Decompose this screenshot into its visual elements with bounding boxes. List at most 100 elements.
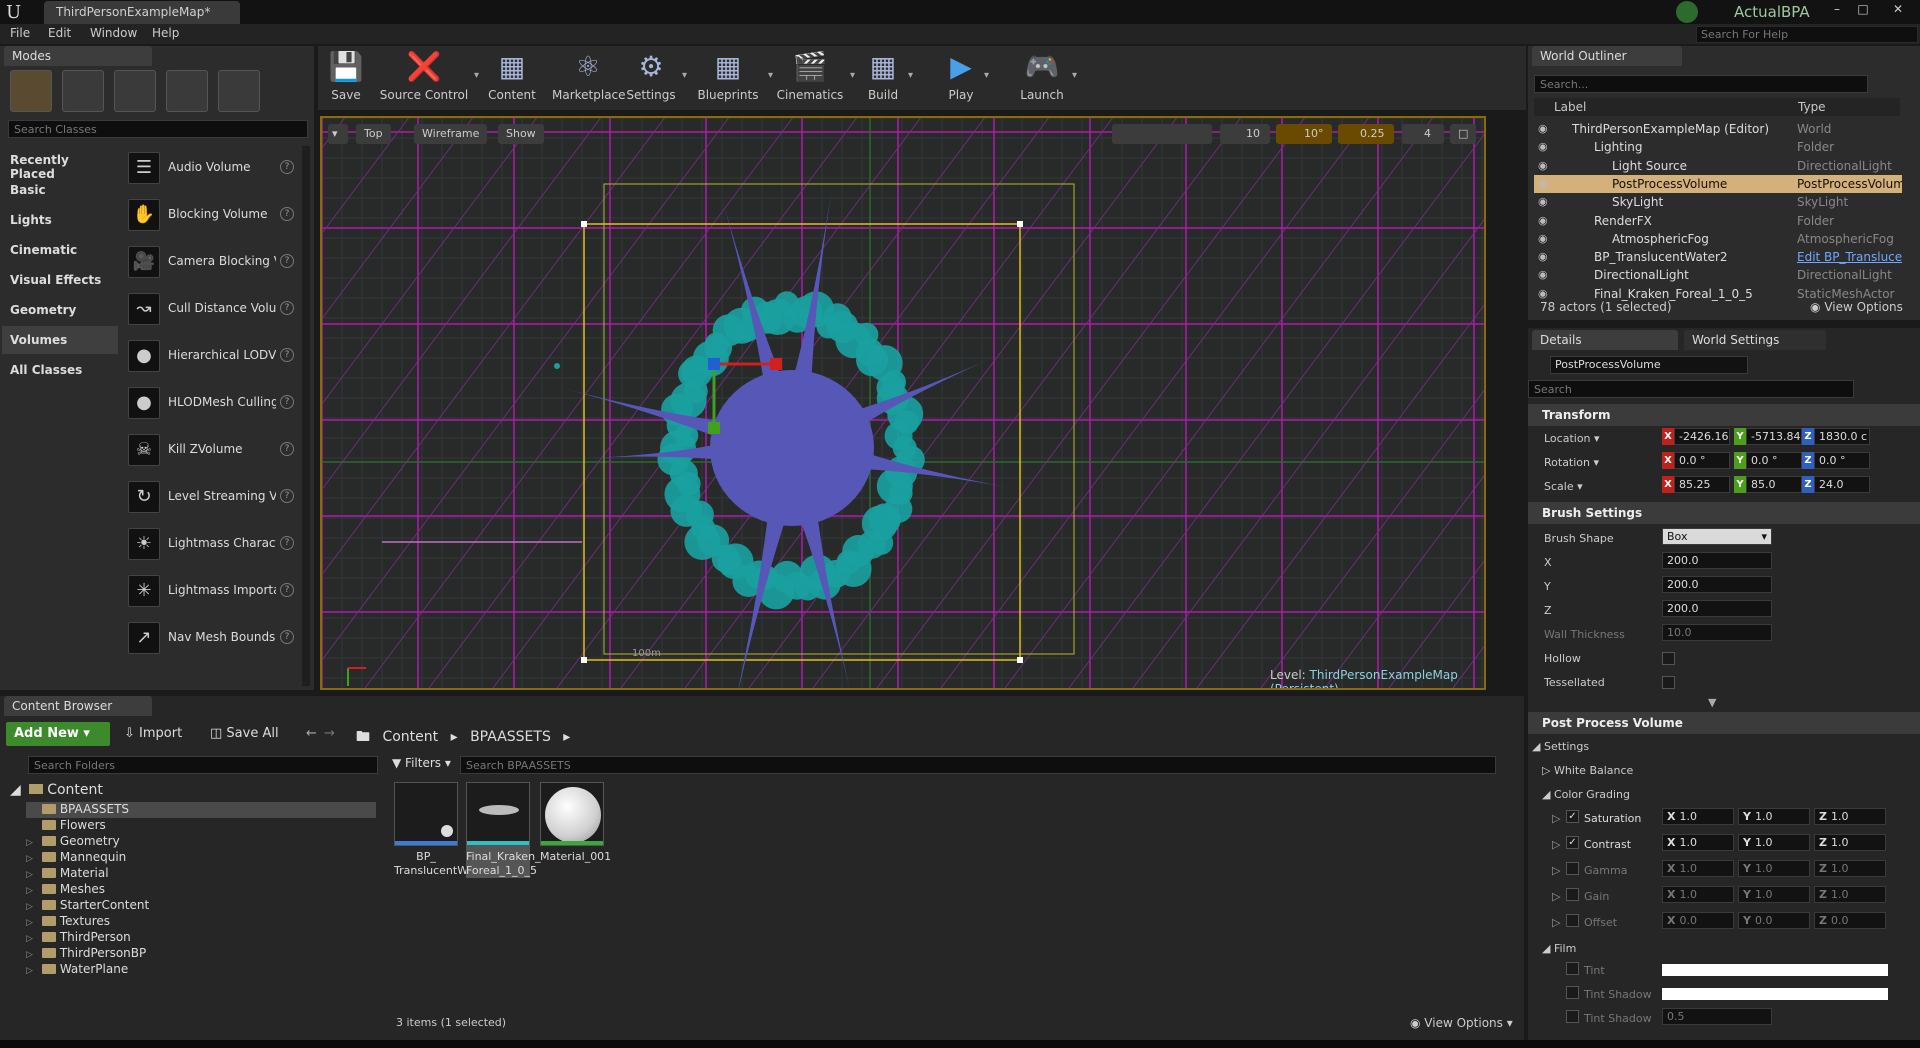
expand-arrow-icon[interactable]: ▷ — [26, 838, 38, 848]
grid-snap-button[interactable]: 10 — [1220, 124, 1270, 144]
asset-tile[interactable]: Material_001 — [540, 782, 611, 864]
search-folders-input[interactable]: Search Folders — [28, 756, 378, 774]
offset-x-field[interactable]: X 0.0 — [1662, 912, 1734, 929]
folder-item[interactable]: ▷ Textures — [26, 914, 376, 930]
toolbar-dropdown-icon[interactable]: ▾ — [474, 70, 479, 81]
tint-shadow-color-swatch[interactable] — [1662, 988, 1888, 1000]
nav-forward-icon[interactable]: → — [324, 726, 335, 741]
col-label-header[interactable]: Label — [1554, 100, 1586, 114]
rotation-snap-button[interactable]: 10° — [1276, 124, 1332, 144]
help-icon[interactable]: ? — [280, 160, 294, 174]
category-geometry[interactable]: Geometry — [2, 296, 118, 324]
help-icon[interactable]: ? — [280, 207, 294, 221]
expand-advanced-icon[interactable]: ▼ — [1708, 696, 1716, 709]
post-process-section[interactable]: Post Process Volume — [1528, 712, 1920, 734]
tab-modes[interactable]: Modes — [4, 46, 152, 66]
toolbar-content-button[interactable]: ▦ Content — [482, 48, 542, 106]
offset-z-field[interactable]: Z 0.0 — [1814, 912, 1886, 929]
class-item[interactable]: ☠ Kill ZVolume ? — [124, 428, 300, 472]
tab-details[interactable]: Details — [1532, 330, 1678, 350]
help-icon[interactable]: ? — [280, 301, 294, 315]
toolbar-cinematics-button[interactable]: 🎬 Cinematics — [772, 48, 848, 106]
maximize-icon[interactable]: □ — [1852, 2, 1874, 18]
actor-name-field[interactable]: PostProcessVolume — [1550, 356, 1748, 374]
saturation-z-field[interactable]: Z 1.0 — [1814, 808, 1886, 825]
expand-arrow-icon[interactable]: ▷ — [1552, 916, 1560, 929]
visibility-eye-icon[interactable]: ◉ — [1538, 268, 1552, 281]
menu-window[interactable]: Window — [90, 26, 137, 40]
hollow-checkbox[interactable] — [1662, 652, 1675, 665]
transform-section[interactable]: Transform — [1528, 404, 1920, 426]
tint-color-swatch[interactable] — [1662, 964, 1888, 976]
category-lights[interactable]: Lights — [2, 206, 118, 234]
rotation-x-field[interactable]: 0.0 ° — [1674, 452, 1730, 469]
visibility-eye-icon[interactable]: ◉ — [1538, 287, 1552, 300]
film-group[interactable]: ◢ Film — [1542, 942, 1576, 955]
col-type-header[interactable]: Type — [1798, 100, 1826, 114]
expand-arrow-icon[interactable]: ▷ — [26, 886, 38, 896]
breadcrumb-bpaassets[interactable]: BPAASSETS — [470, 729, 551, 745]
tint-shadow-checkbox[interactable] — [1566, 986, 1579, 999]
saturation-checkbox[interactable]: ✓ — [1566, 810, 1579, 823]
settings-group[interactable]: ◢ Settings — [1532, 740, 1589, 753]
tint-shadow-blend-field[interactable]: 0.5 — [1662, 1008, 1772, 1025]
visibility-eye-icon[interactable]: ◉ — [1538, 214, 1552, 227]
toolbar-dropdown-icon[interactable]: ▾ — [682, 70, 687, 81]
category-basic[interactable]: Basic — [2, 176, 118, 204]
details-search-input[interactable]: Search — [1528, 380, 1854, 398]
visibility-eye-icon[interactable]: ◉ — [1538, 140, 1552, 153]
asset-tile[interactable]: Final_Kraken_ Foreal_1_0_5 — [466, 782, 541, 878]
menu-edit[interactable]: Edit — [48, 26, 71, 40]
view-type-button[interactable]: Top — [356, 124, 391, 144]
rotation-label[interactable]: Rotation ▾ — [1544, 456, 1599, 469]
outliner-row[interactable]: ◉ RenderFX Folder — [1534, 212, 1902, 230]
location-label[interactable]: Location ▾ — [1544, 432, 1600, 445]
gamma-x-field[interactable]: X 1.0 — [1662, 860, 1734, 877]
folder-item[interactable]: BPAASSETS — [26, 802, 376, 818]
help-icon[interactable]: ? — [280, 630, 294, 644]
outliner-row[interactable]: ◉ Lighting Folder — [1534, 138, 1902, 156]
class-item[interactable]: ✋ Blocking Volume ? — [124, 193, 300, 237]
search-classes-input[interactable]: Search Classes — [8, 120, 308, 138]
folder-item[interactable]: ▷ WaterPlane — [26, 962, 376, 978]
class-item[interactable]: ☰ Audio Volume ? — [124, 146, 300, 190]
tessellated-checkbox[interactable] — [1662, 676, 1675, 689]
place-mode-icon[interactable] — [10, 70, 52, 112]
maximize-viewport-icon[interactable]: □ — [1450, 124, 1476, 144]
scale-z-field[interactable]: 24.0 — [1814, 476, 1870, 493]
tab-world-settings[interactable]: World Settings — [1684, 330, 1826, 350]
help-icon[interactable]: ? — [280, 583, 294, 597]
help-icon[interactable]: ? — [280, 489, 294, 503]
toolbar-dropdown-icon[interactable]: ▾ — [984, 70, 989, 81]
toolbar-dropdown-icon[interactable]: ▾ — [850, 70, 855, 81]
level-viewport[interactable]: ▾ Top Wireframe Show 10 10° 0.25 4 □ 100… — [320, 116, 1486, 690]
expand-arrow-icon[interactable]: ▷ — [26, 870, 38, 880]
transform-tools[interactable] — [1112, 124, 1212, 144]
folder-item[interactable]: ▷ Material — [26, 866, 376, 882]
toolbar-dropdown-icon[interactable]: ▾ — [908, 70, 913, 81]
expand-arrow-icon[interactable]: ▷ — [1552, 890, 1560, 903]
gamma-z-field[interactable]: Z 1.0 — [1814, 860, 1886, 877]
help-icon[interactable]: ? — [280, 348, 294, 362]
color-grading-group[interactable]: ◢ Color Grading — [1542, 788, 1630, 801]
class-list-scrollbar[interactable] — [302, 146, 310, 686]
expand-arrow-icon[interactable]: ▷ — [26, 854, 38, 864]
gamma-y-field[interactable]: Y 1.0 — [1738, 860, 1810, 877]
toolbar-settings-button[interactable]: ⚙ Settings — [622, 48, 680, 106]
rotation-z-field[interactable]: 0.0 ° — [1814, 452, 1870, 469]
visibility-eye-icon[interactable]: ◉ — [1538, 159, 1552, 172]
expand-arrow-icon[interactable]: ▷ — [1552, 838, 1560, 851]
expand-arrow-icon[interactable]: ▷ — [26, 934, 38, 944]
expand-arrow-icon[interactable]: ▷ — [26, 950, 38, 960]
content-view-options[interactable]: ◉ View Options ▾ — [1410, 1016, 1513, 1030]
search-assets-input[interactable]: Search BPAASSETS — [460, 756, 1496, 774]
close-icon[interactable]: ✕ — [1878, 2, 1918, 18]
scale-x-field[interactable]: 85.25 — [1674, 476, 1730, 493]
folder-item[interactable]: ▷ ThirdPersonBP — [26, 946, 376, 962]
search-help-input[interactable]: Search For Help — [1696, 26, 1918, 43]
outliner-row[interactable]: ◉ AtmosphericFog AtmosphericFog — [1534, 230, 1902, 248]
class-item[interactable]: ● Hierarchical LODVolume ? — [124, 334, 300, 378]
outliner-row[interactable]: ◉ PostProcessVolume PostProcessVolume — [1534, 174, 1902, 193]
paint-mode-icon[interactable] — [62, 70, 104, 112]
import-button[interactable]: ⇩ Import — [124, 726, 182, 741]
